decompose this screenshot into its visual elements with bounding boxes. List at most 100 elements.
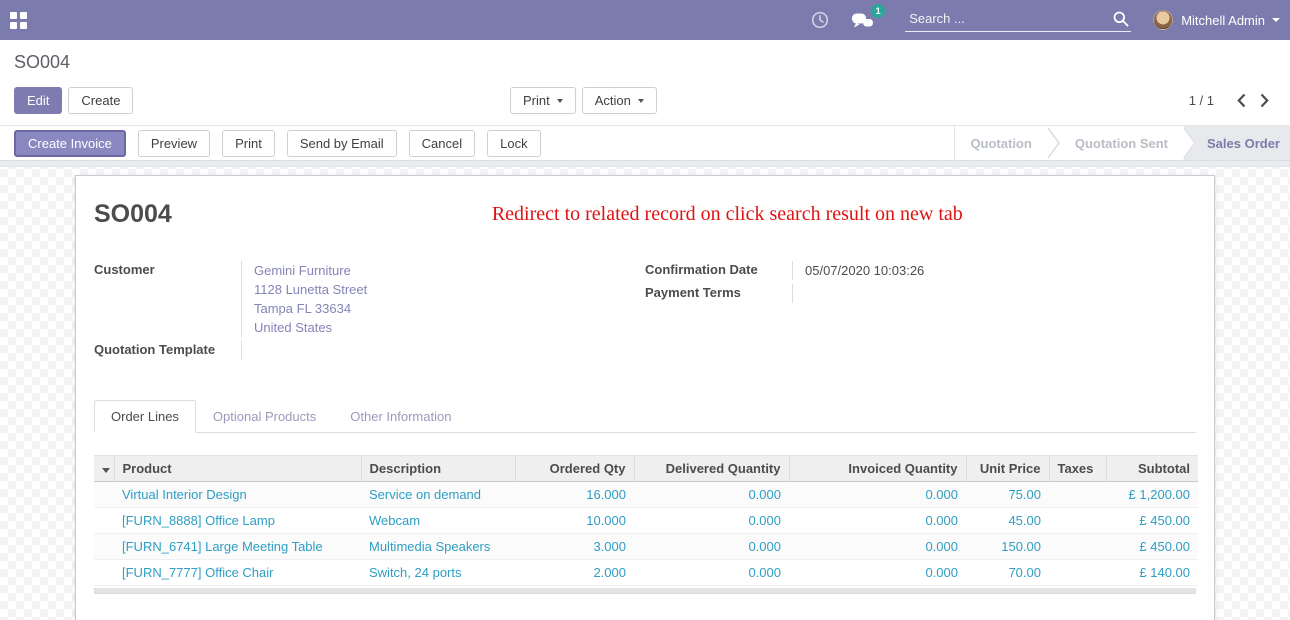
print-dropdown[interactable]: Print [510, 87, 576, 114]
cell-subtotal[interactable]: £ 450.00 [1106, 508, 1198, 534]
messages-count-badge: 1 [871, 4, 885, 18]
header-description[interactable]: Description [361, 456, 515, 482]
table-row[interactable]: [FURN_6741] Large Meeting Table Multimed… [94, 534, 1198, 560]
search-input[interactable] [909, 11, 1113, 26]
field-group-right: Confirmation Date 05/07/2020 10:03:26 Pa… [645, 261, 1196, 364]
search-icon[interactable] [1113, 11, 1129, 27]
table-row[interactable]: [FURN_8888] Office Lamp Webcam 10.000 0.… [94, 508, 1198, 534]
cell-delivered[interactable]: 0.000 [634, 482, 789, 508]
pager-count: 1 / 1 [1189, 93, 1214, 108]
avatar [1153, 10, 1173, 30]
header-subtotal[interactable]: Subtotal [1106, 456, 1198, 482]
cell-ordered[interactable]: 2.000 [515, 560, 634, 586]
content-top-strip [0, 161, 1290, 167]
cell-description[interactable]: Switch, 24 ports [361, 560, 515, 586]
create-button[interactable]: Create [68, 87, 133, 114]
payment-terms-field: Payment Terms [645, 284, 1196, 303]
systray: 1 Mitchell Admin [789, 9, 1280, 32]
column-toggle-icon[interactable] [102, 468, 110, 473]
cell-description[interactable]: Multimedia Speakers [361, 534, 515, 560]
customer-label: Customer [94, 261, 241, 337]
notebook-tabs: Order Lines Optional Products Other Info… [94, 400, 1196, 433]
cell-taxes[interactable] [1049, 508, 1106, 534]
cell-invoiced[interactable]: 0.000 [789, 482, 966, 508]
chevron-down-icon [1272, 18, 1280, 22]
header-delivered-quantity[interactable]: Delivered Quantity [634, 456, 789, 482]
cell-description[interactable]: Service on demand [361, 482, 515, 508]
content-area: SO004 Redirect to related record on clic… [0, 161, 1290, 620]
quotation-template-value[interactable] [241, 341, 645, 360]
status-bar: Create Invoice Preview Print Send by Ema… [0, 125, 1290, 161]
activities-clock-icon[interactable] [811, 11, 829, 29]
customer-street[interactable]: 1128 Lunetta Street [254, 280, 645, 299]
field-groups: Customer Gemini Furniture 1128 Lunetta S… [94, 261, 1196, 364]
tab-other-information[interactable]: Other Information [333, 400, 468, 433]
header-product[interactable]: Product [114, 456, 361, 482]
cell-unit-price[interactable]: 45.00 [966, 508, 1049, 534]
confirmation-date-label: Confirmation Date [645, 261, 792, 280]
pager: 1 / 1 [1189, 93, 1276, 108]
cell-unit-price[interactable]: 75.00 [966, 482, 1049, 508]
cell-invoiced[interactable]: 0.000 [789, 560, 966, 586]
confirmation-date-field: Confirmation Date 05/07/2020 10:03:26 [645, 261, 1196, 280]
cell-taxes[interactable] [1049, 560, 1106, 586]
header-taxes[interactable]: Taxes [1049, 456, 1106, 482]
cell-subtotal[interactable]: £ 1,200.00 [1106, 482, 1198, 508]
cell-product[interactable]: [FURN_8888] Office Lamp [114, 508, 361, 534]
tab-order-lines[interactable]: Order Lines [94, 400, 196, 433]
cell-invoiced[interactable]: 0.000 [789, 534, 966, 560]
cell-delivered[interactable]: 0.000 [634, 508, 789, 534]
order-title: SO004 [94, 200, 172, 229]
messages-icon[interactable]: 1 [851, 11, 875, 30]
cell-subtotal[interactable]: £ 140.00 [1106, 560, 1198, 586]
cell-delivered[interactable]: 0.000 [634, 560, 789, 586]
stage-quotation-sent[interactable]: Quotation Sent [1060, 126, 1183, 160]
preview-button[interactable]: Preview [138, 130, 210, 157]
edit-button[interactable]: Edit [14, 87, 62, 114]
cell-product[interactable]: Virtual Interior Design [114, 482, 361, 508]
customer-name-link[interactable]: Gemini Furniture [254, 261, 645, 280]
lock-button[interactable]: Lock [487, 130, 540, 157]
payment-terms-value[interactable] [792, 284, 1196, 303]
cell-product[interactable]: [FURN_7777] Office Chair [114, 560, 361, 586]
payment-terms-label: Payment Terms [645, 284, 792, 303]
pager-next-icon[interactable] [1253, 93, 1276, 108]
apps-menu-icon[interactable] [10, 12, 27, 29]
cell-taxes[interactable] [1049, 534, 1106, 560]
table-row[interactable]: [FURN_7777] Office Chair Switch, 24 port… [94, 560, 1198, 586]
cell-ordered[interactable]: 3.000 [515, 534, 634, 560]
pager-previous-icon[interactable] [1230, 93, 1253, 108]
cell-unit-price[interactable]: 70.00 [966, 560, 1049, 586]
action-dropdown[interactable]: Action [582, 87, 657, 114]
control-panel: SO004 Edit Create Print Action 1 / 1 [0, 40, 1290, 125]
tab-optional-products[interactable]: Optional Products [196, 400, 333, 433]
customer-country[interactable]: United States [254, 318, 645, 337]
top-bar: 1 Mitchell Admin [0, 0, 1290, 40]
cell-unit-price[interactable]: 150.00 [966, 534, 1049, 560]
header-unit-price[interactable]: Unit Price [966, 456, 1049, 482]
header-ordered-qty[interactable]: Ordered Qty [515, 456, 634, 482]
cell-delivered[interactable]: 0.000 [634, 534, 789, 560]
stage-quotation[interactable]: Quotation [955, 126, 1046, 160]
create-invoice-button[interactable]: Create Invoice [14, 130, 126, 157]
customer-value: Gemini Furniture 1128 Lunetta Street Tam… [241, 261, 645, 337]
cell-ordered[interactable]: 16.000 [515, 482, 634, 508]
cell-ordered[interactable]: 10.000 [515, 508, 634, 534]
confirmation-date-value: 05/07/2020 10:03:26 [792, 261, 1196, 280]
header-invoiced-quantity[interactable]: Invoiced Quantity [789, 456, 966, 482]
cell-description[interactable]: Webcam [361, 508, 515, 534]
user-menu[interactable]: Mitchell Admin [1153, 10, 1280, 30]
cell-invoiced[interactable]: 0.000 [789, 508, 966, 534]
cell-taxes[interactable] [1049, 482, 1106, 508]
cell-subtotal[interactable]: £ 450.00 [1106, 534, 1198, 560]
breadcrumb[interactable]: SO004 [14, 52, 1276, 73]
cell-product[interactable]: [FURN_6741] Large Meeting Table [114, 534, 361, 560]
stage-sales-order[interactable]: Sales Order [1183, 126, 1290, 160]
table-header-row: Product Description Ordered Qty Delivere… [94, 456, 1198, 482]
send-by-email-button[interactable]: Send by Email [287, 130, 397, 157]
customer-city[interactable]: Tampa FL 33634 [254, 299, 645, 318]
table-row[interactable]: Virtual Interior Design Service on deman… [94, 482, 1198, 508]
print-button[interactable]: Print [222, 130, 275, 157]
cancel-button[interactable]: Cancel [409, 130, 475, 157]
record-actions: Print Action [510, 87, 657, 114]
